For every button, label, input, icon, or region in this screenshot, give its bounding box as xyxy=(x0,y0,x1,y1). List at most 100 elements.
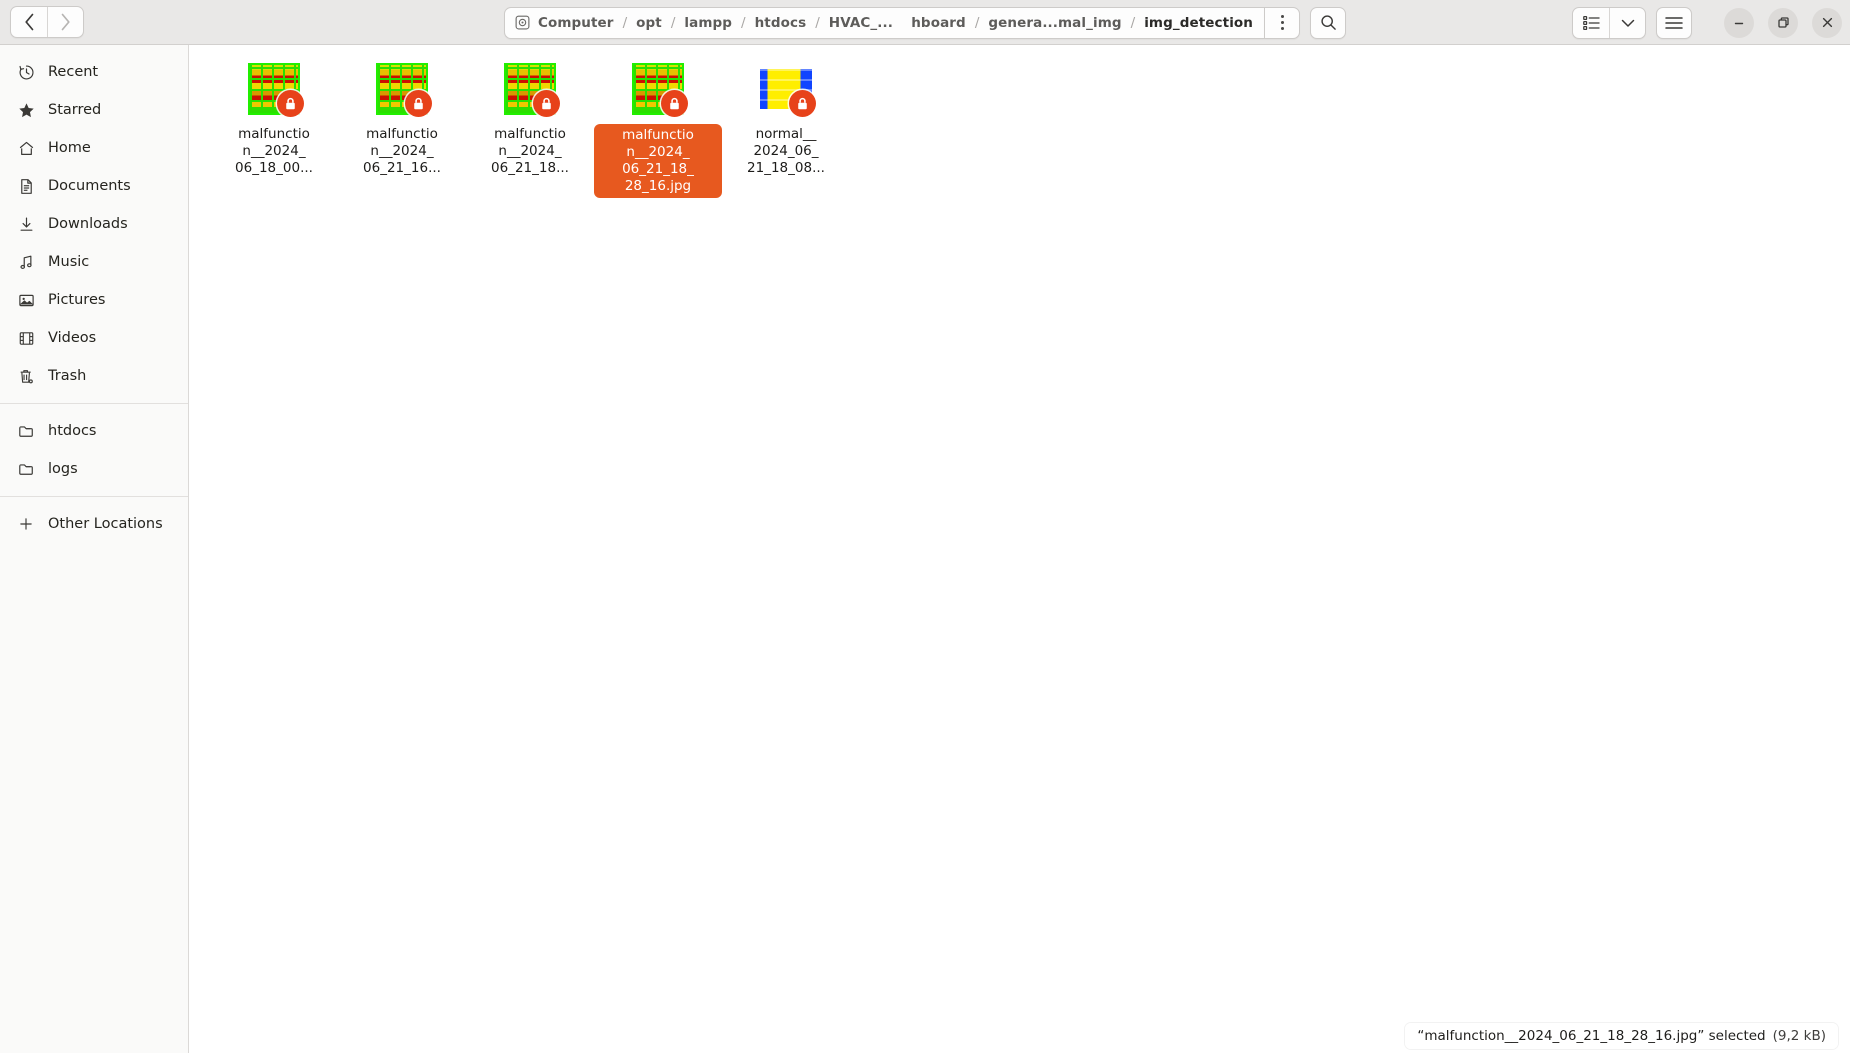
back-button[interactable] xyxy=(11,7,47,37)
sidebar-item-label: Starred xyxy=(48,102,102,118)
file-label-line: n__2024_ xyxy=(498,143,562,159)
breadcrumb-separator: / xyxy=(622,14,628,31)
view-options-dropdown[interactable] xyxy=(1609,7,1645,38)
sidebar-item-label: Downloads xyxy=(48,216,128,232)
sidebar-item-starred[interactable]: Starred xyxy=(0,91,188,129)
sidebar-divider xyxy=(0,496,188,497)
minimize-icon xyxy=(1734,22,1744,24)
sidebar-item-downloads[interactable]: Downloads xyxy=(0,205,188,243)
file-thumbnail xyxy=(246,61,304,117)
breadcrumb-separator: / xyxy=(670,14,676,31)
maximize-button[interactable] xyxy=(1768,7,1798,38)
breadcrumb-separator: / xyxy=(1130,14,1136,31)
sidebar-item-trash[interactable]: Trash xyxy=(0,357,188,395)
header-bar: Computer / opt / lampp / htdocs / HVAC_.… xyxy=(0,0,1850,45)
file-label-line: 06_21_18... xyxy=(491,160,569,176)
sidebar-item-label: Home xyxy=(48,140,91,156)
breadcrumb: Computer / opt / lampp / htdocs / HVAC_.… xyxy=(503,6,1265,39)
home-icon xyxy=(15,137,37,159)
view-list-button[interactable] xyxy=(1573,8,1609,38)
file-label-line: malfunctio xyxy=(494,126,566,142)
sidebar-item-logs[interactable]: logs xyxy=(0,450,188,488)
sidebar-item-label: Recent xyxy=(48,64,99,80)
sidebar-item-other-locations[interactable]: Other Locations xyxy=(0,505,188,543)
sidebar-item-videos[interactable]: Videos xyxy=(0,319,188,357)
sidebar-item-recent[interactable]: Recent xyxy=(0,53,188,91)
file-item-selected[interactable]: malfunctio n__2024_ 06_21_18_ 28_16.jpg xyxy=(594,55,722,198)
lock-icon xyxy=(661,90,688,117)
breadcrumb-separator: / xyxy=(815,14,820,31)
breadcrumb-item-general-mal-img[interactable]: genera...mal_img xyxy=(988,15,1121,31)
file-label: malfunctio n__2024_ 06_18_00... xyxy=(210,124,338,179)
chevron-left-icon xyxy=(24,13,33,31)
picture-icon xyxy=(15,289,37,311)
file-item[interactable]: normal__ 2024_06_ 21_18_08... xyxy=(722,55,850,198)
file-thumbnail xyxy=(374,61,432,117)
sidebar-item-label: htdocs xyxy=(48,423,97,439)
view-mode-group xyxy=(1572,6,1646,39)
search-button[interactable] xyxy=(1310,6,1347,39)
sidebar-item-label: Trash xyxy=(48,368,87,384)
sidebar-item-documents[interactable]: Documents xyxy=(0,167,188,205)
sidebar-item-home[interactable]: Home xyxy=(0,129,188,167)
sidebar-item-label: logs xyxy=(48,461,78,477)
status-bar: “malfunction__2024_06_21_18_28_16.jpg” s… xyxy=(1405,1023,1838,1049)
document-icon xyxy=(15,175,37,197)
file-item[interactable]: malfunctio n__2024_ 06_18_00... xyxy=(210,55,338,198)
menu-button[interactable] xyxy=(1264,6,1301,39)
breadcrumb-item-opt[interactable]: opt xyxy=(636,15,662,31)
file-item[interactable]: malfunctio n__2024_ 06_21_18... xyxy=(466,55,594,198)
window-controls xyxy=(1710,7,1842,38)
sidebar-item-label: Pictures xyxy=(48,292,106,308)
sidebar: Recent Starred Home Documents Downloads … xyxy=(0,45,189,1053)
breadcrumb-item-img-detection[interactable]: img_detection xyxy=(1144,15,1253,31)
search-icon xyxy=(1320,15,1336,30)
file-label-line: 06_21_16... xyxy=(363,160,441,176)
breadcrumb-separator xyxy=(900,15,904,31)
lock-icon xyxy=(405,90,432,117)
file-label: malfunctio n__2024_ 06_21_18_ 28_16.jpg xyxy=(594,124,722,198)
file-item[interactable]: malfunctio n__2024_ 06_21_16... xyxy=(338,55,466,198)
folder-icon xyxy=(15,420,37,442)
status-size-text: (9,2 kB) xyxy=(1772,1028,1826,1044)
file-label-line: 06_18_00... xyxy=(235,160,313,176)
chevron-right-icon xyxy=(61,13,70,31)
file-label-line: 28_16.jpg xyxy=(624,178,692,194)
chevron-down-icon xyxy=(1621,19,1634,27)
breadcrumb-separator: / xyxy=(974,14,980,31)
clock-icon xyxy=(15,61,37,83)
minimize-button[interactable] xyxy=(1724,7,1754,38)
breadcrumb-separator: / xyxy=(741,14,746,31)
music-note-icon xyxy=(15,251,37,273)
disk-icon xyxy=(515,15,530,30)
sidebar-item-htdocs[interactable]: htdocs xyxy=(0,412,188,450)
file-label-line: malfunctio xyxy=(366,126,438,142)
file-label-line: malfunctio xyxy=(622,127,694,143)
close-icon xyxy=(1822,17,1832,28)
breadcrumb-item-computer[interactable]: Computer xyxy=(538,15,614,31)
forward-button[interactable] xyxy=(47,7,83,37)
file-label-line: normal__ xyxy=(755,126,817,142)
sidebar-divider xyxy=(0,403,188,404)
trash-icon xyxy=(15,365,37,387)
breadcrumb-item-htdocs[interactable]: htdocs xyxy=(755,15,807,31)
navigation-buttons xyxy=(10,6,84,38)
status-selection-text: “malfunction__2024_06_21_18_28_16.jpg” s… xyxy=(1417,1028,1766,1044)
breadcrumb-item-hvac[interactable]: HVAC_... xyxy=(829,15,893,31)
sidebar-item-music[interactable]: Music xyxy=(0,243,188,281)
lock-icon xyxy=(277,90,304,117)
sidebar-item-label: Documents xyxy=(48,178,131,194)
maximize-icon xyxy=(1777,17,1789,28)
file-grid[interactable]: malfunctio n__2024_ 06_18_00... malfunct… xyxy=(190,45,1850,1053)
main-menu-button[interactable] xyxy=(1656,6,1692,39)
file-label-line: malfunctio xyxy=(238,126,310,142)
plus-icon xyxy=(15,513,37,535)
file-thumbnail xyxy=(758,61,816,117)
file-label: malfunctio n__2024_ 06_21_16... xyxy=(338,124,466,179)
sidebar-item-pictures[interactable]: Pictures xyxy=(0,281,188,319)
close-button[interactable] xyxy=(1812,7,1842,38)
download-icon xyxy=(15,213,37,235)
three-dots-icon xyxy=(1280,14,1284,32)
breadcrumb-item-hboard[interactable]: hboard xyxy=(911,15,966,31)
breadcrumb-item-lampp[interactable]: lampp xyxy=(684,15,732,31)
